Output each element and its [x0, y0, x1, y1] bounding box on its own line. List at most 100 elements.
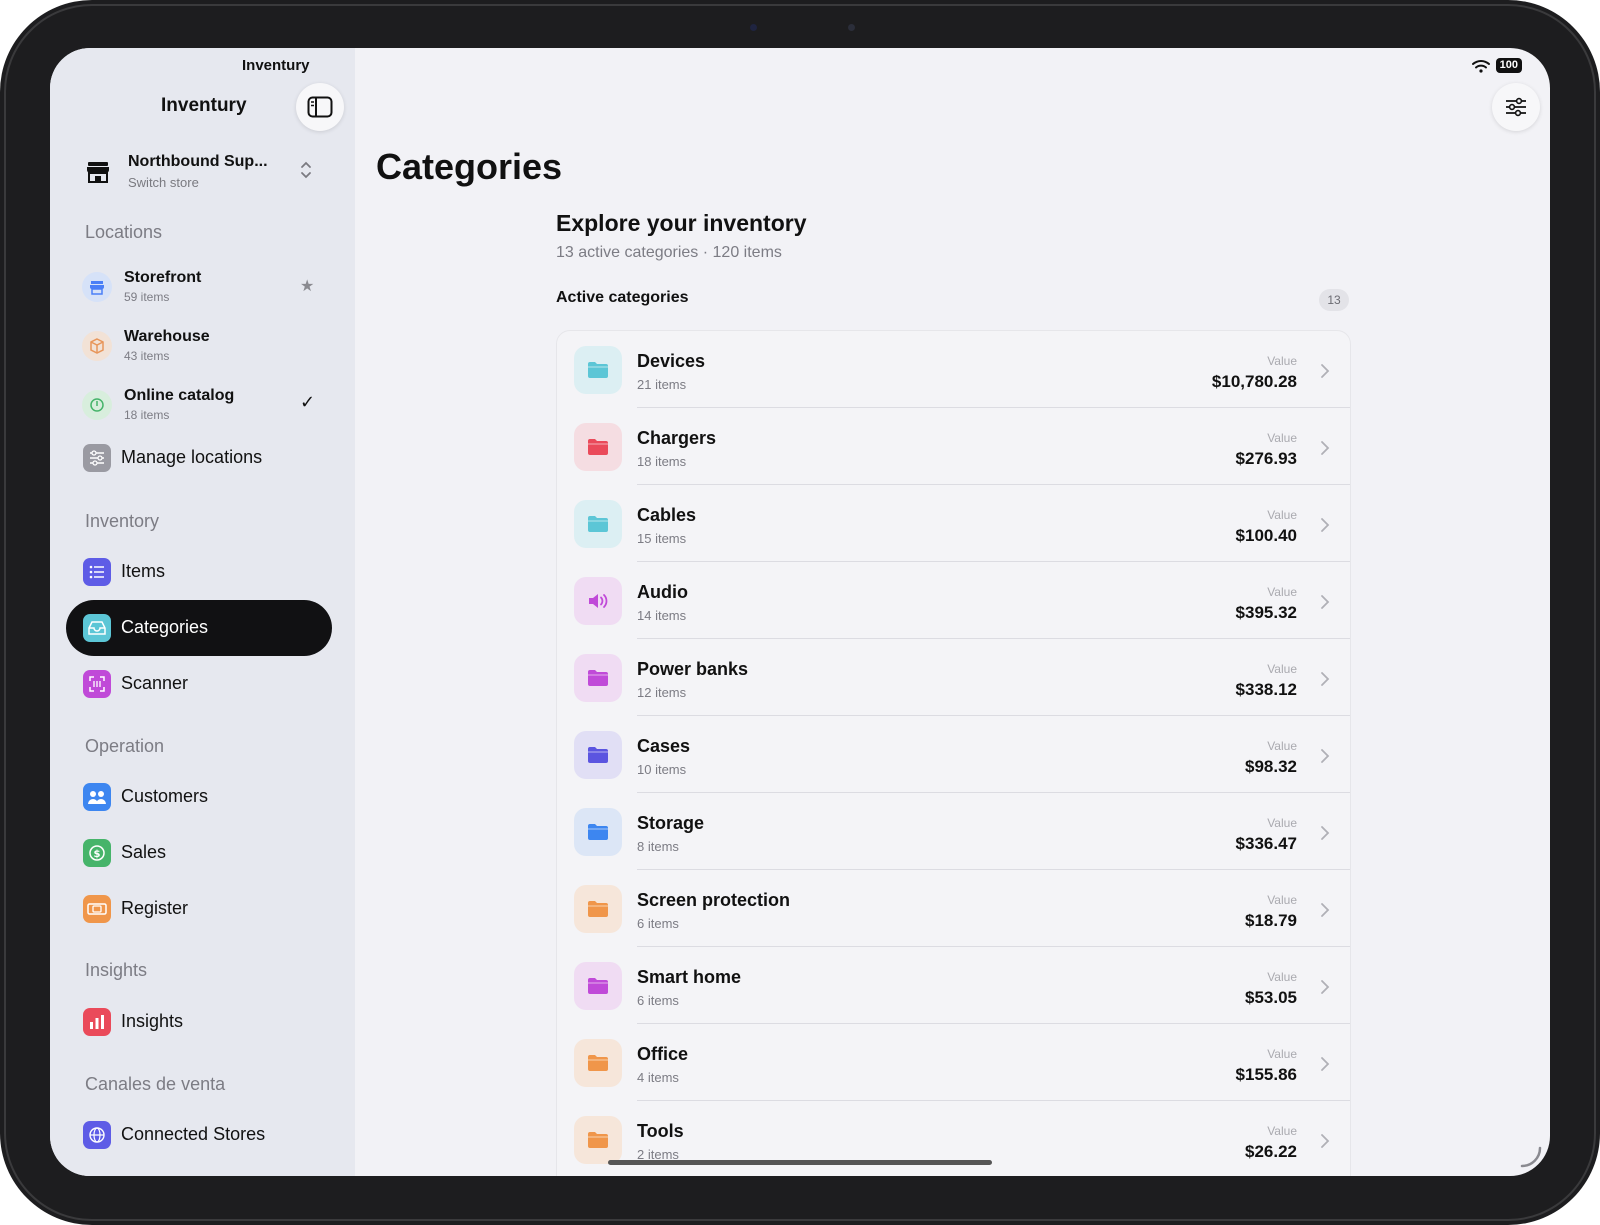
store-subtitle: Switch store	[128, 175, 199, 190]
category-name: Chargers	[637, 428, 717, 448]
chevron-right-icon	[1321, 518, 1330, 532]
nav-scanner[interactable]: Scanner	[66, 656, 332, 712]
section-inventory: Inventory	[85, 511, 160, 531]
chevron-right-icon	[1321, 749, 1330, 763]
category-count: 4 items	[637, 1070, 679, 1085]
value-label: Value	[1267, 508, 1297, 522]
active-categories-heading: Active categories	[556, 289, 689, 306]
category-row-chargers[interactable]: Chargers 18 items Value $276.93	[557, 408, 1350, 485]
nav-categories[interactable]: Categories	[66, 600, 332, 656]
bar-chart-icon	[83, 1008, 111, 1036]
category-count: 14 items	[637, 608, 687, 623]
sidebar: Inventury Inventury Northbound Sup... Sw…	[50, 48, 355, 1176]
nav-items[interactable]: Items	[66, 544, 332, 600]
status-bar: 100	[1471, 58, 1522, 73]
nav-register-label: Register	[121, 898, 189, 918]
category-value: $53.05	[1245, 988, 1297, 1007]
location-count: 43 items	[124, 349, 170, 363]
barcode-scan-icon	[83, 670, 111, 698]
value-label: Value	[1267, 1047, 1297, 1061]
folder-icon-glyph	[588, 978, 608, 994]
location-storefront[interactable]: Storefront 59 items ★	[82, 266, 322, 310]
dollar-icon: $	[83, 839, 111, 867]
category-name: Tools	[637, 1121, 684, 1141]
list-icon	[83, 558, 111, 586]
storefront-icon	[87, 162, 109, 183]
manage-locations-button[interactable]: Manage locations	[66, 430, 332, 486]
value-label: Value	[1267, 662, 1297, 676]
svg-text:$: $	[94, 849, 101, 860]
folder-icon-glyph	[588, 824, 608, 840]
category-row-cables[interactable]: Cables 15 items Value $100.40	[557, 485, 1350, 562]
category-value: $395.32	[1235, 603, 1297, 622]
folder-icon	[574, 731, 622, 779]
category-name: Cables	[637, 505, 697, 525]
location-warehouse[interactable]: Warehouse 43 items	[82, 325, 322, 369]
camera-bar	[680, 16, 920, 38]
folder-icon-glyph	[588, 670, 608, 686]
folder-icon	[574, 962, 622, 1010]
nav-connected-stores[interactable]: Connected Stores	[66, 1107, 332, 1163]
category-count: 6 items	[637, 916, 679, 931]
category-count: 15 items	[637, 531, 687, 546]
explore-heading: Explore your inventory	[556, 210, 807, 236]
category-row-power-banks[interactable]: Power banks 12 items Value $338.12	[557, 639, 1350, 716]
folder-icon-glyph	[588, 747, 608, 763]
nav-register[interactable]: Register	[66, 881, 332, 937]
category-value: $10,780.28	[1211, 372, 1297, 391]
camera-icon	[750, 24, 757, 31]
category-name: Storage	[637, 813, 705, 833]
category-row-screen-protection[interactable]: Screen protection 6 items Value $18.79	[557, 870, 1350, 947]
category-row-cases[interactable]: Cases 10 items Value $98.32	[557, 716, 1350, 793]
people-icon	[83, 783, 111, 811]
nav-sales-label: Sales	[121, 842, 167, 862]
home-indicator[interactable]	[608, 1160, 992, 1165]
chevron-right-icon	[1321, 595, 1330, 609]
category-name: Audio	[637, 582, 688, 602]
category-row-devices[interactable]: Devices 21 items Value $10,780.28	[557, 331, 1350, 408]
active-categories-count-badge: 13	[1319, 289, 1349, 311]
speaker-icon-glyph	[589, 594, 608, 608]
category-row-office[interactable]: Office 4 items Value $155.86	[557, 1024, 1350, 1101]
battery-indicator: 100	[1495, 58, 1522, 73]
category-row-storage[interactable]: Storage 8 items Value $336.47	[557, 793, 1350, 870]
section-operation: Operation	[85, 736, 165, 756]
category-count: 12 items	[637, 685, 687, 700]
category-value: $276.93	[1235, 449, 1297, 468]
folder-icon	[574, 423, 622, 471]
sliders-icon	[83, 444, 111, 472]
nav-sales[interactable]: $ Sales	[66, 825, 332, 881]
box-icon	[82, 331, 112, 361]
location-name: Storefront	[124, 269, 202, 286]
sidebar-title: Inventury	[161, 95, 247, 116]
store-switcher[interactable]: Northbound Sup... Switch store	[84, 151, 334, 197]
section-sales-channels: Canales de venta	[85, 1074, 226, 1094]
sensor-icon	[848, 24, 855, 31]
section-locations: Locations	[85, 222, 163, 242]
category-value: $26.22	[1245, 1142, 1297, 1161]
filter-button[interactable]	[1492, 83, 1540, 131]
checkmark-icon: ✓	[300, 392, 316, 412]
manage-locations-label: Manage locations	[121, 447, 263, 467]
globe-icon	[83, 1121, 111, 1149]
nav-customers[interactable]: Customers	[66, 769, 332, 825]
sidebar-toggle-button[interactable]	[296, 83, 344, 131]
resize-corner-icon[interactable]	[1520, 1146, 1542, 1168]
value-label: Value	[1267, 739, 1297, 753]
location-online-catalog[interactable]: Online catalog 18 items ✓	[82, 384, 322, 428]
screen: Inventury Inventury Northbound Sup... Sw…	[50, 48, 1550, 1176]
category-row-audio[interactable]: Audio 14 items Value $395.32	[557, 562, 1350, 639]
nav-insights[interactable]: Insights	[66, 994, 332, 1050]
category-count: 21 items	[637, 377, 687, 392]
value-label: Value	[1267, 816, 1297, 830]
chevron-right-icon	[1321, 1057, 1330, 1071]
value-label: Value	[1267, 970, 1297, 984]
section-insights: Insights	[85, 960, 148, 980]
category-count: 8 items	[637, 839, 679, 854]
page-title: Categories	[376, 146, 563, 187]
chevron-right-icon	[1321, 826, 1330, 840]
category-row-smart-home[interactable]: Smart home 6 items Value $53.05	[557, 947, 1350, 1024]
folder-icon-glyph	[588, 1055, 608, 1071]
folder-icon-glyph	[588, 901, 608, 917]
value-label: Value	[1267, 585, 1297, 599]
